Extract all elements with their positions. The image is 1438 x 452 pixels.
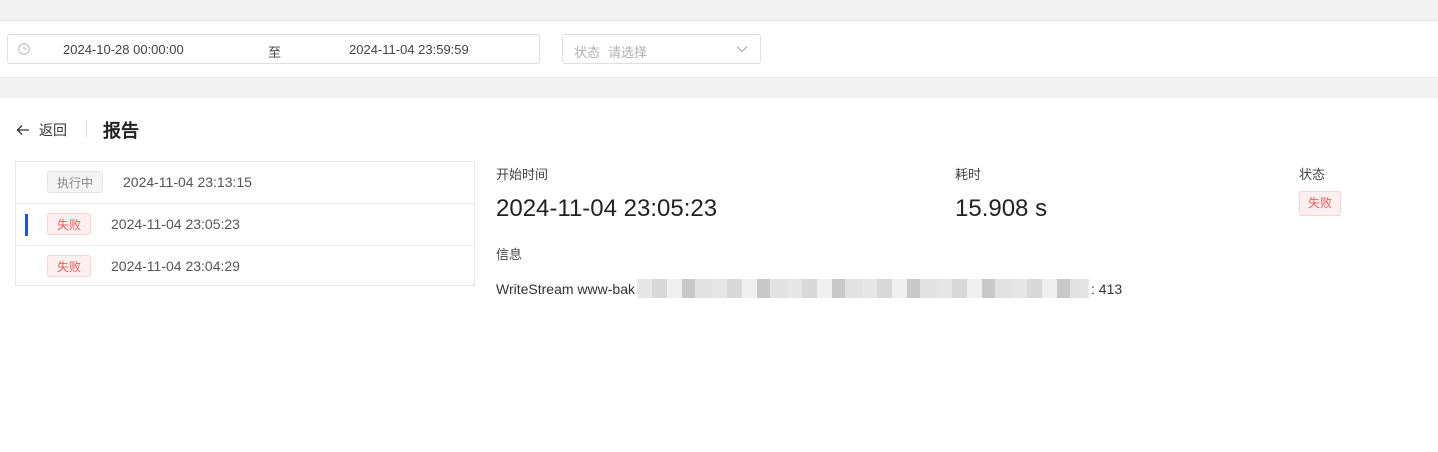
status-select-placeholder: 请选择 (608, 45, 648, 60)
run-time: 2024-11-04 23:05:23 (111, 216, 240, 232)
filter-bar: 2024-10-28 00:00:00 至 2024-11-04 23:59:5… (0, 21, 1438, 77)
start-time-label: 开始时间 (496, 167, 549, 182)
run-list-item[interactable]: 失败 2024-11-04 23:05:23 (16, 204, 474, 246)
run-list-item[interactable]: 失败 2024-11-04 23:04:29 (16, 246, 474, 287)
run-status-badge: 失败 (47, 255, 92, 277)
status-label: 状态 (1299, 167, 1326, 182)
arrow-left-icon (16, 125, 29, 135)
run-status-badge: 失败 (47, 213, 92, 235)
chevron-down-icon (736, 46, 748, 53)
header-divider (86, 120, 87, 137)
date-range-separator: 至 (268, 45, 282, 60)
info-label: 信息 (496, 247, 523, 262)
start-time-value: 2024-11-04 23:05:23 (496, 195, 718, 222)
status-select-label: 状态 (574, 45, 601, 60)
back-button[interactable]: 返回 (16, 120, 67, 140)
duration-label: 耗时 (955, 167, 982, 182)
run-list-item[interactable]: 执行中 2024-11-04 23:13:15 (16, 162, 474, 204)
date-range-picker[interactable]: 2024-10-28 00:00:00 至 2024-11-04 23:59:5… (7, 34, 540, 64)
run-time: 2024-11-04 23:13:15 (123, 174, 252, 190)
status-select[interactable]: 状态 请选择 (562, 34, 761, 64)
clock-icon (18, 43, 30, 55)
info-message-prefix: WriteStream www-bak (496, 281, 635, 297)
top-spacer-band (0, 0, 1438, 21)
run-status-badge: 执行中 (47, 171, 104, 193)
info-message-suffix: : 413 (1091, 281, 1123, 297)
active-indicator (25, 214, 28, 236)
run-list: 执行中 2024-11-04 23:13:15 失败 2024-11-04 23… (15, 161, 475, 286)
mid-spacer-band (0, 77, 1438, 98)
date-range-end[interactable]: 2024-11-04 23:59:59 (349, 42, 469, 57)
page-title: 报告 (103, 121, 139, 141)
info-message: WriteStream www-bak : 413 (496, 279, 1122, 298)
duration-value: 15.908 s (955, 195, 1048, 222)
status-badge: 失败 (1299, 191, 1342, 216)
back-label: 返回 (39, 122, 67, 138)
page-header: 返回 报告 (0, 117, 600, 143)
redacted-text-mask (637, 279, 1089, 298)
run-time: 2024-11-04 23:04:29 (111, 258, 240, 274)
date-range-start[interactable]: 2024-10-28 00:00:00 (63, 42, 184, 57)
